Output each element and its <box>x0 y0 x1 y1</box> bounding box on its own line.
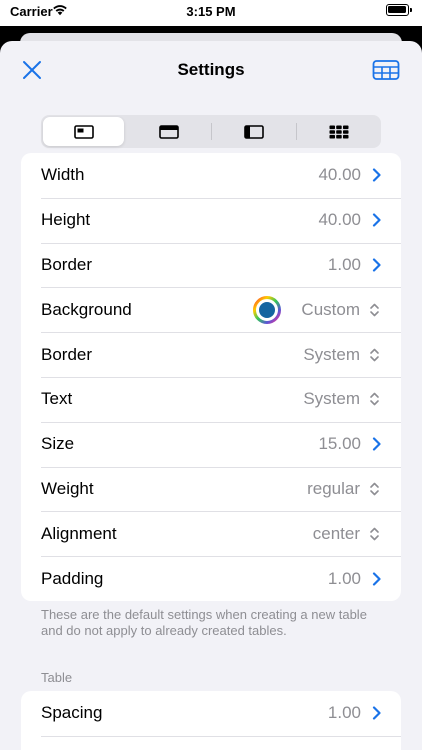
segment-cell[interactable] <box>43 117 124 146</box>
background-color-well[interactable] <box>253 295 281 324</box>
text-color-row[interactable]: Text System <box>21 376 401 422</box>
chevron-right-icon <box>372 258 381 272</box>
border-color-label: Border <box>41 344 93 364</box>
spacing-label: Spacing <box>41 703 103 723</box>
border-color-row[interactable]: Border System <box>21 332 401 377</box>
background-value: Custom <box>301 299 360 319</box>
table-button[interactable] <box>372 58 400 82</box>
up-down-chevron-icon <box>370 527 379 541</box>
cell-layout-icon <box>73 124 94 139</box>
table-section-header: Table <box>41 670 73 685</box>
header-layout-icon <box>158 124 179 139</box>
sidebar-layout-icon <box>243 124 264 139</box>
alignment-value: center <box>312 523 360 543</box>
chevron-right-icon <box>372 706 381 720</box>
table-settings-group: Spacing 1.00 <box>21 691 401 750</box>
chevron-right-icon <box>372 213 381 227</box>
size-value: 15.00 <box>318 434 361 454</box>
border-width-value: 1.00 <box>327 254 361 274</box>
height-value: 40.00 <box>318 210 361 230</box>
color-wheel-icon <box>253 295 281 324</box>
size-label: Size <box>41 434 75 454</box>
up-down-chevron-icon <box>370 393 379 406</box>
grid-layout-icon <box>329 125 348 138</box>
background-label: Background <box>41 299 132 319</box>
background-row[interactable]: Background Custom <box>21 287 401 332</box>
weight-label: Weight <box>41 478 94 498</box>
width-label: Width <box>41 165 85 185</box>
battery-icon <box>386 4 412 17</box>
padding-value: 1.00 <box>327 568 361 588</box>
cell-settings-group: Width 40.00 Height 40.00 Border 1.00 Bac… <box>21 153 401 601</box>
defaults-footer-note: These are the default settings when crea… <box>41 607 367 638</box>
height-label: Height <box>41 210 91 230</box>
text-color-value: System <box>303 389 360 409</box>
padding-label: Padding <box>41 568 104 588</box>
padding-row[interactable]: Padding 1.00 <box>21 556 401 601</box>
border-color-value: System <box>303 344 360 364</box>
width-row[interactable]: Width 40.00 <box>21 153 401 198</box>
segment-header[interactable] <box>126 115 211 148</box>
chevron-right-icon <box>372 571 381 586</box>
segment-grid[interactable] <box>296 115 381 148</box>
layout-segmented-control <box>41 115 381 148</box>
spacing-row[interactable]: Spacing 1.00 <box>21 691 401 736</box>
table-row-partial[interactable] <box>21 735 401 750</box>
alignment-label: Alignment <box>41 523 117 543</box>
size-row[interactable]: Size 15.00 <box>21 421 401 467</box>
segment-sidebar[interactable] <box>211 115 296 148</box>
alignment-row[interactable]: Alignment center <box>21 511 401 556</box>
status-bar: Carrier 3:15 PM <box>0 0 422 26</box>
up-down-chevron-icon <box>370 348 379 361</box>
up-down-chevron-icon <box>370 482 379 496</box>
border-width-row[interactable]: Border 1.00 <box>21 242 401 288</box>
border-width-label: Border <box>41 254 93 274</box>
status-time: 3:15 PM <box>186 4 236 19</box>
settings-sheet: Settings Width 40.00 Height 40.00 Border… <box>0 41 422 750</box>
weight-row[interactable]: Weight regular <box>21 466 401 512</box>
width-value: 40.00 <box>318 165 361 185</box>
up-down-chevron-icon <box>370 303 379 317</box>
text-color-label: Text <box>41 389 73 409</box>
chevron-right-icon <box>372 437 381 451</box>
page-title: Settings <box>177 60 245 79</box>
spacing-value: 1.00 <box>327 703 361 723</box>
weight-value: regular <box>307 478 360 498</box>
table-icon <box>372 60 400 80</box>
chevron-right-icon <box>372 168 381 182</box>
height-row[interactable]: Height 40.00 <box>21 197 401 243</box>
